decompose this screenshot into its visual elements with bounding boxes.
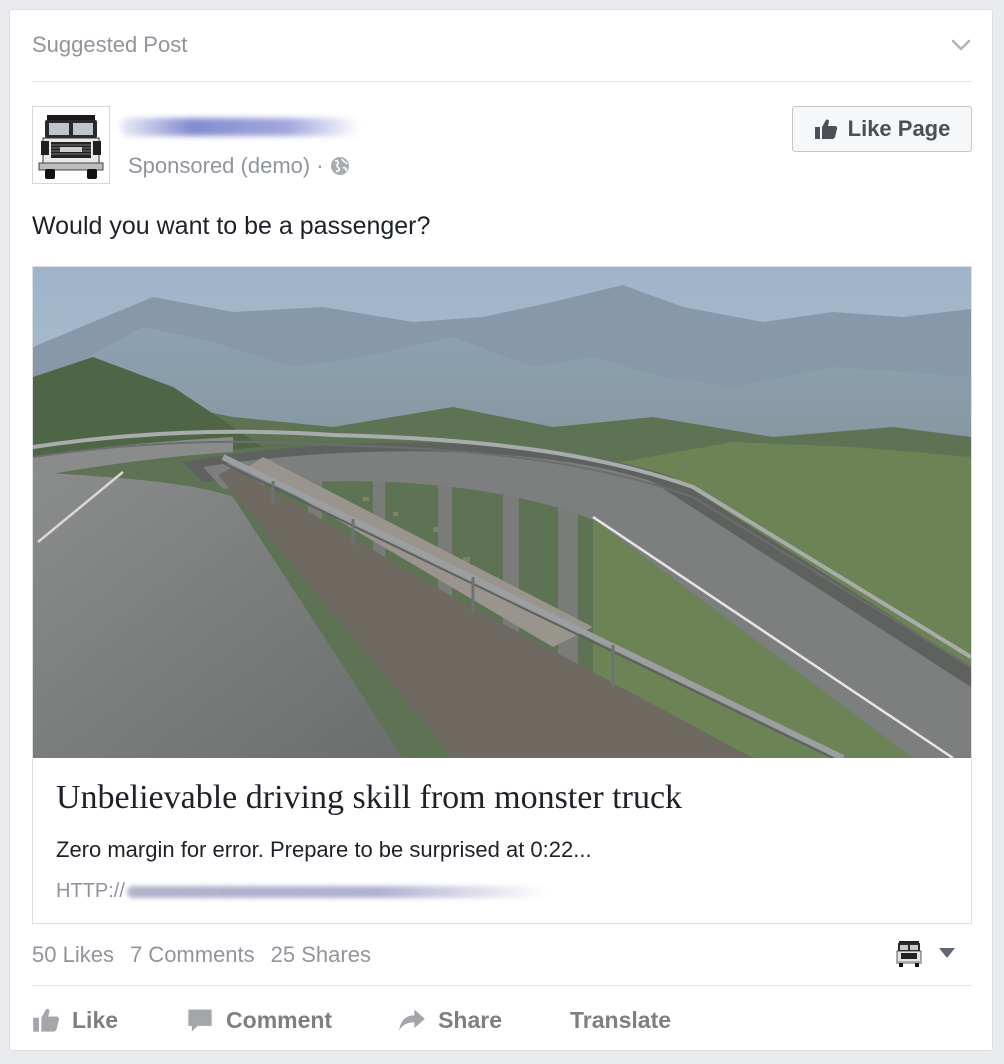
page-avatar[interactable] [32, 106, 110, 184]
link-title[interactable]: Unbelievable driving skill from monster … [56, 779, 682, 817]
share-button[interactable]: Share [398, 1006, 502, 1034]
card-header: Suggested Post [32, 10, 972, 82]
link-url-redacted [126, 885, 547, 898]
like-page-button[interactable]: Like Page [792, 106, 972, 152]
actions-divider [32, 985, 972, 986]
actor-selector[interactable] [894, 938, 956, 968]
suggested-post-label: Suggested Post [32, 32, 188, 57]
separator: · [316, 153, 324, 178]
link-preview[interactable]: Unbelievable driving skill from monster … [32, 266, 972, 924]
speech-bubble-icon [188, 1009, 212, 1032]
share-arrow-icon [399, 1009, 425, 1031]
caret-down-icon[interactable] [938, 947, 956, 959]
link-url: HTTP:// [56, 880, 547, 903]
link-preview-image[interactable] [33, 267, 971, 758]
comments-count[interactable]: 7 Comments [130, 942, 255, 968]
thumbs-up-icon [814, 119, 837, 139]
sponsored-post-card: Suggested Post Sponsored (demo) · Like P… [9, 9, 993, 1051]
like-button[interactable]: Like [32, 1006, 118, 1034]
link-url-prefix: HTTP:// [56, 880, 125, 902]
link-description: Zero margin for error. Prepare to be sur… [56, 837, 592, 862]
thumbs-up-icon [33, 1008, 59, 1032]
like-label: Like [72, 1006, 119, 1033]
truck-avatar-icon[interactable] [894, 938, 924, 968]
post-message: Would you want to be a passenger? [32, 212, 431, 240]
engagement-stats: 50 Likes 7 Comments 25 Shares [32, 942, 371, 968]
translate-button[interactable]: Translate [570, 1007, 671, 1034]
globe-icon[interactable] [330, 156, 350, 176]
sponsored-label: Sponsored (demo) [128, 153, 311, 178]
chevron-down-icon[interactable] [950, 34, 972, 56]
translate-label: Translate [570, 1006, 672, 1033]
truck-avatar-icon [33, 107, 109, 183]
share-label: Share [438, 1006, 503, 1033]
like-page-label: Like Page [847, 116, 951, 141]
likes-count[interactable]: 50 Likes [32, 942, 114, 968]
comment-button[interactable]: Comment [186, 1006, 332, 1034]
post-actions: Like Comment Share Translate [32, 1000, 671, 1040]
shares-count[interactable]: 25 Shares [271, 942, 371, 968]
page-name-redacted[interactable] [120, 118, 360, 136]
sponsored-line: Sponsored (demo) · [128, 153, 350, 179]
comment-label: Comment [226, 1006, 333, 1033]
